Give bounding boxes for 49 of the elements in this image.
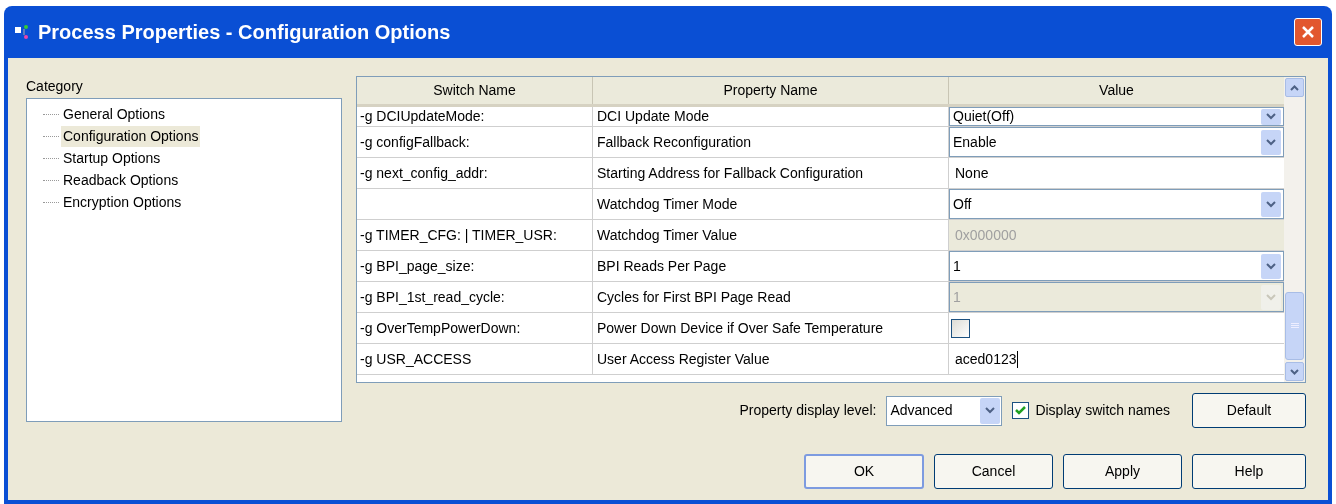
value-dropdown[interactable]: Quiet(Off) [949,107,1284,126]
table-cell-text: User Access Register Value [597,349,770,369]
table-cell-text: -g OverTempPowerDown: [360,318,521,338]
table-cell-text: Watchdog Timer Value [597,225,738,245]
close-icon [1301,25,1315,39]
table-cell-text: Starting Address for Fallback Configuration [597,163,864,183]
value-dropdown[interactable]: 1 [949,251,1284,281]
default-button[interactable]: Default [1192,393,1306,428]
table-cell-text: -g BPI_page_size: [360,256,475,276]
category-item[interactable]: General Options [61,103,167,125]
column-header[interactable]: Value [949,77,1284,104]
table-cell-text: -g DCIUpdateMode: [360,107,485,126]
scroll-down-button[interactable] [1285,362,1304,381]
table-cell-text: -g TIMER_CFG: | TIMER_USR: [360,225,557,245]
table-cell-text: DCI Update Mode [597,107,710,126]
category-item[interactable]: Encryption Options [61,191,184,213]
table-cell-text: Power Down Device if Over Safe Temperature [597,318,884,338]
column-header[interactable]: Property Name [593,77,949,104]
category-item[interactable]: Configuration Options [61,125,201,147]
table-cell-text: Cycles for First BPI Page Read [597,287,791,307]
value-dropdown[interactable]: Off [949,189,1284,219]
scrollbar[interactable] [1284,77,1305,382]
checkbox[interactable] [951,318,970,338]
grip-icon [1290,323,1299,329]
scroll-thumb[interactable] [1285,292,1304,360]
scroll-up-button[interactable] [1285,78,1304,97]
ok-button[interactable]: OK [804,454,924,489]
table-cell-text: -g next_config_addr: [360,163,488,183]
table-cell-text: -g BPI_1st_read_cycle: [360,287,505,307]
checkbox[interactable] [1012,402,1030,419]
table-cell-text: Fallback Reconfiguration [597,132,752,152]
display-level-dropdown[interactable]: Advanced [886,395,1003,426]
cancel-button[interactable]: Cancel [934,454,1053,489]
value-dropdown[interactable]: Enable [949,127,1284,157]
category-label: Category [26,77,84,96]
close-button[interactable] [1294,18,1322,46]
apply-button[interactable]: Apply [1063,454,1182,489]
category-item[interactable]: Readback Options [61,169,181,191]
category-item[interactable]: Startup Options [61,147,163,169]
display-level-label: Property display level: [739,401,877,420]
checkmark-icon [1015,406,1027,415]
table-cell-text: -g USR_ACCESS [360,349,472,369]
window-title: Process Properties - Configuration Options [38,20,452,45]
column-header[interactable]: Switch Name [357,77,593,104]
table-cell-text: BPI Reads Per Page [597,256,727,276]
display-switch-names-label: Display switch names [1035,401,1170,420]
table-cell-text: -g configFallback: [360,132,470,152]
table-cell-text: Watchdog Timer Mode [597,194,738,214]
help-button[interactable]: Help [1192,454,1306,489]
